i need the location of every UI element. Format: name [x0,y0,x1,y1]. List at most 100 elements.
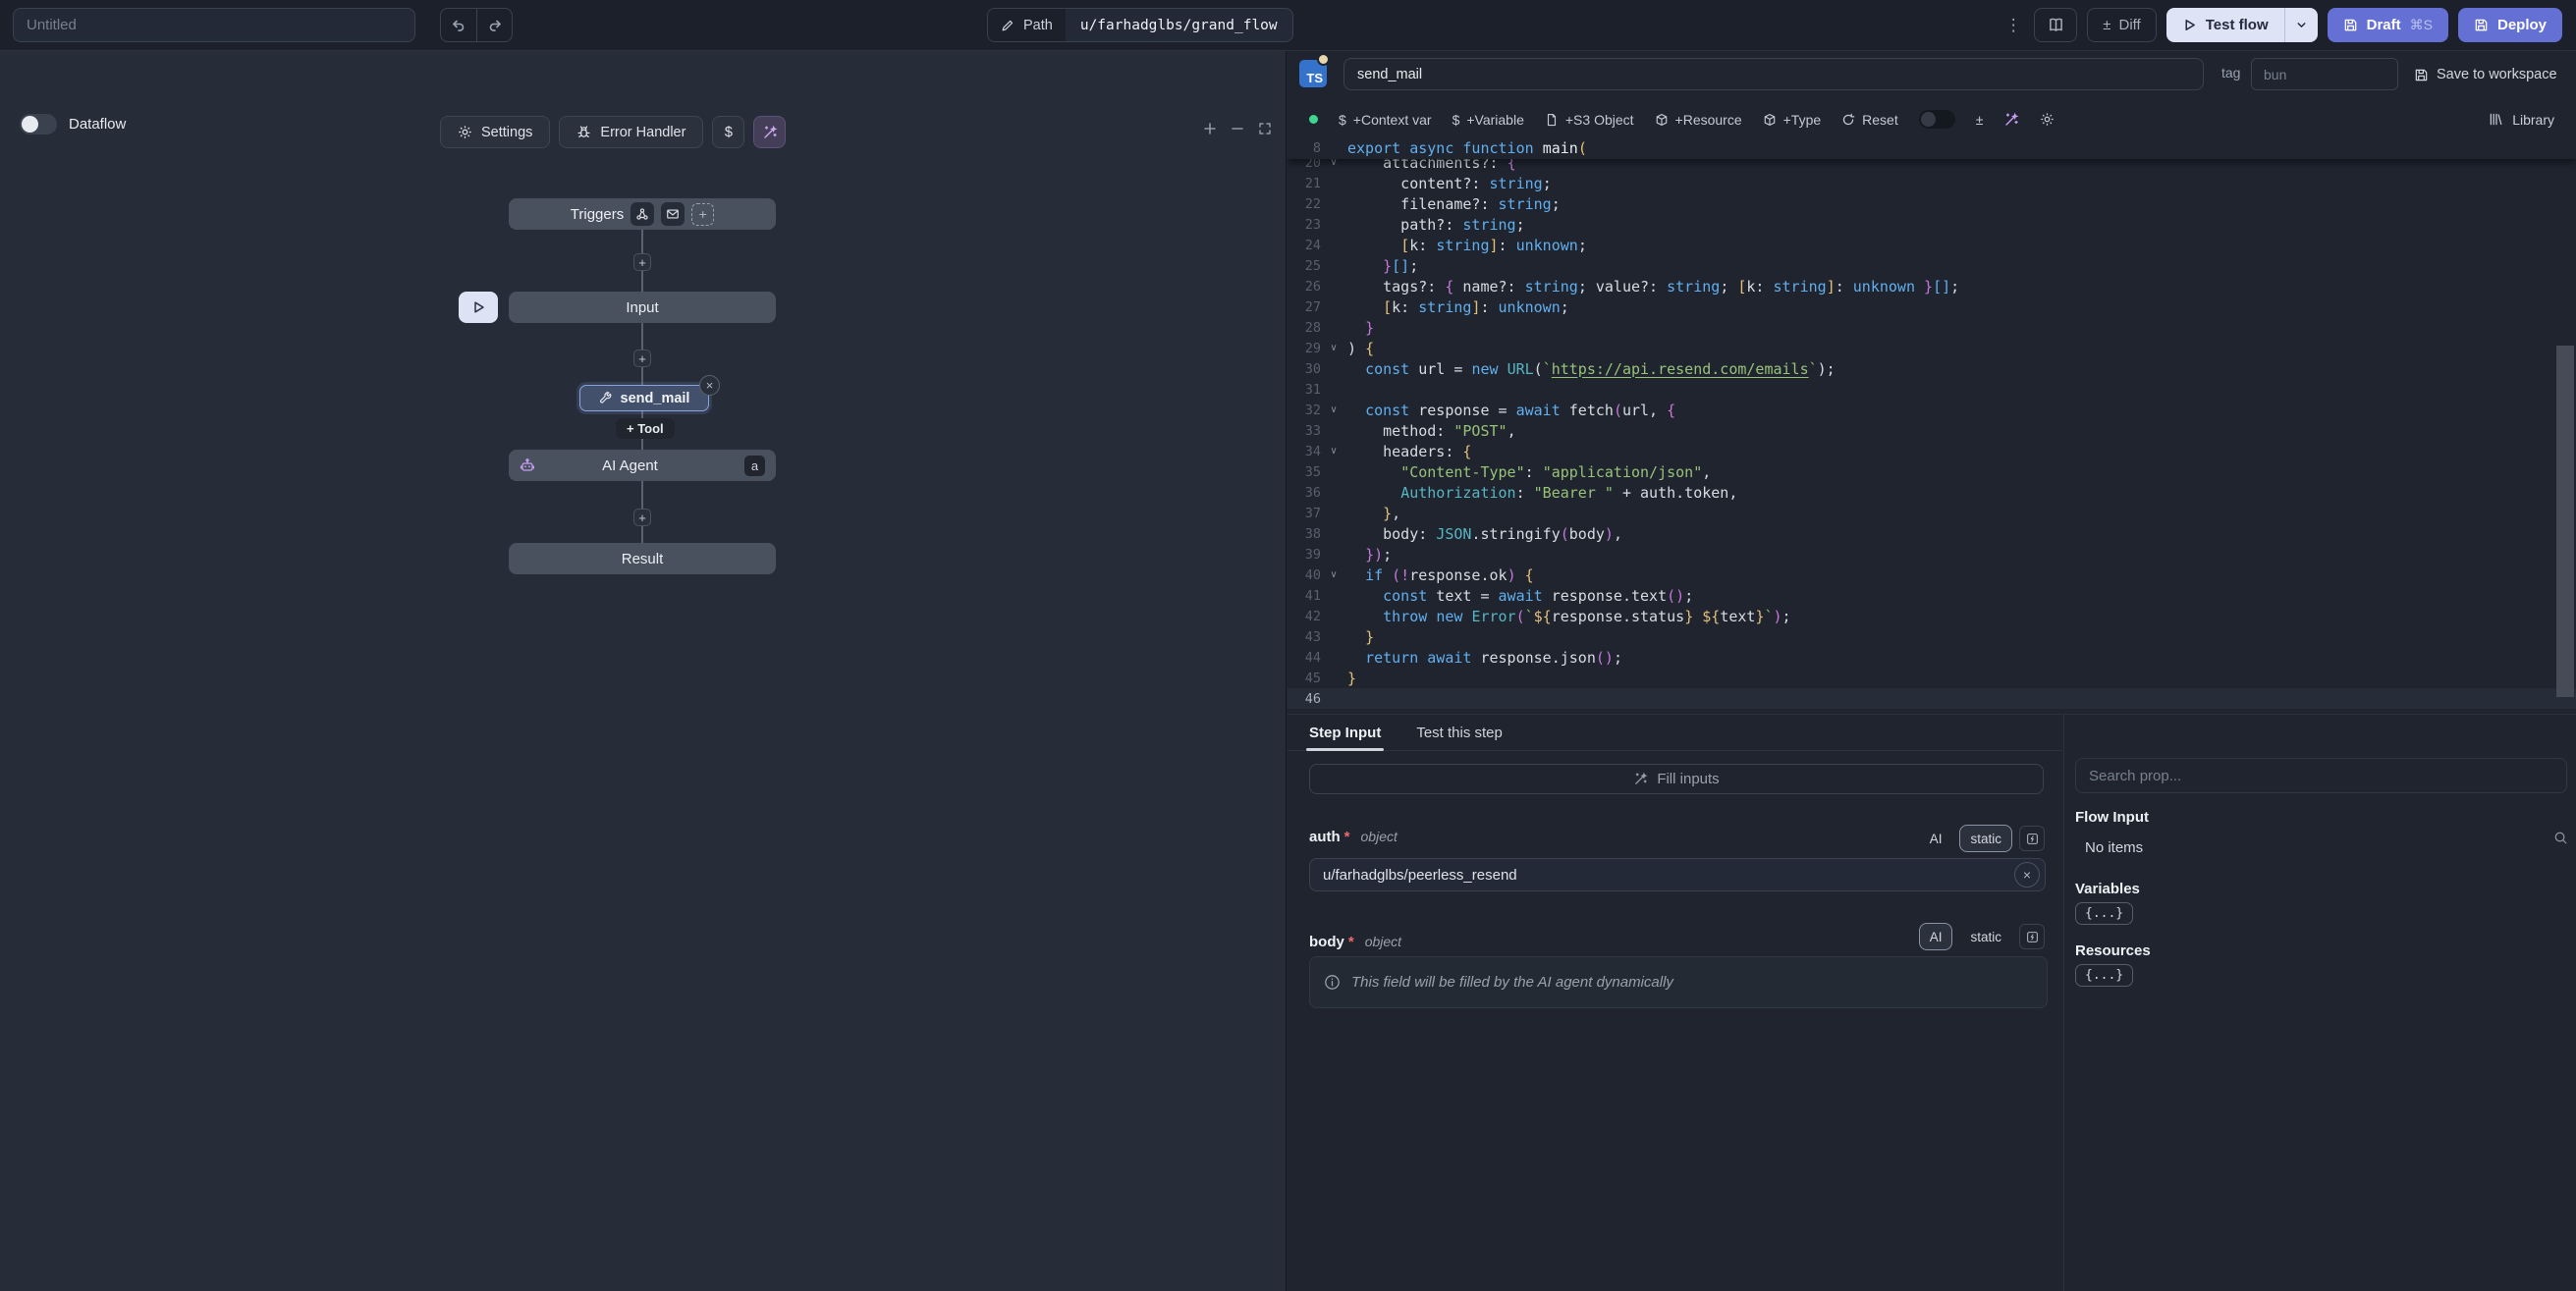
code-line-28[interactable]: 28 } [1288,317,2576,338]
code-line-37[interactable]: 37 }, [1288,503,2576,523]
assistant-toggle[interactable] [1919,110,1955,129]
ai-agent-node[interactable]: AI Agent a [509,450,776,481]
code-line-22[interactable]: 22 filename?: string; [1288,193,2576,214]
fold-icon[interactable]: ∨ [1326,404,1342,415]
prop-search-input[interactable] [2075,758,2567,793]
flow-summary-input[interactable] [13,8,415,42]
triggers-node[interactable]: Triggers + [509,198,776,230]
diff-mode-icon[interactable]: ± [1976,112,1984,128]
code-line-46[interactable]: 46 [1288,688,2576,709]
add-tool-button[interactable]: + Tool [616,418,675,439]
auth-mode-static-button[interactable]: static [1959,825,2012,852]
search-icon[interactable] [2553,831,2568,845]
line-number: 45 [1288,671,1321,686]
input-node[interactable]: Input [509,292,776,323]
code-line-38[interactable]: 38 body: JSON.stringify(body), [1288,523,2576,544]
code-line-43[interactable]: 43 } [1288,626,2576,647]
code-text: const text = await response.text(); [1347,587,1693,605]
fit-view-icon[interactable] [1257,121,1273,136]
body-mode-ai-button[interactable]: AI [1919,923,1953,950]
insert-step-button-2[interactable]: + [633,350,651,367]
redo-button[interactable] [476,9,512,41]
auth-expression-button[interactable] [2019,826,2045,851]
email-trigger-icon[interactable] [661,202,685,226]
code-line-31[interactable]: 31 [1288,379,2576,400]
error-handler-button[interactable]: Error Handler [559,116,703,148]
test-flow-main[interactable]: Test flow [2166,8,2284,42]
save-to-workspace-button[interactable]: Save to workspace [2414,61,2557,88]
webhook-trigger-icon[interactable] [630,202,654,226]
code-area[interactable]: 8 export async function main( 20∨ attach… [1288,137,2576,714]
test-flow-dropdown[interactable] [2284,8,2318,42]
code-line-35[interactable]: 35 "Content-Type": "application/json", [1288,461,2576,482]
fold-icon[interactable]: ∨ [1326,343,1342,353]
code-line-42[interactable]: 42 throw new Error(`${response.status} $… [1288,606,2576,626]
code-line-29[interactable]: 29∨) { [1288,338,2576,358]
code-line-24[interactable]: 24 [k: string]: unknown; [1288,235,2576,255]
send-mail-tool-node[interactable]: send_mail [579,385,709,411]
clear-auth-button[interactable]: × [2014,862,2040,888]
insert-step-button-3[interactable]: + [633,509,651,526]
auth-resource-input[interactable] [1309,858,2046,891]
tab-test-this-step[interactable]: Test this step [1416,715,1503,750]
code-line-45[interactable]: 45} [1288,668,2576,688]
code-line-21[interactable]: 21 content?: string; [1288,173,2576,193]
chevron-down-icon [2295,19,2308,31]
undo-button[interactable] [441,9,476,41]
code-text: const url = new URL(`https://api.resend.… [1347,360,1836,378]
zoom-in-icon[interactable] [1202,121,1218,136]
fold-icon[interactable]: ∨ [1326,446,1342,457]
zoom-out-icon[interactable] [1230,121,1245,136]
add-type-button[interactable]: +Type [1763,112,1822,128]
add-trigger-button[interactable]: + [691,203,714,226]
code-line-39[interactable]: 39 }); [1288,544,2576,565]
reset-code-button[interactable]: Reset [1841,112,1898,128]
code-line-23[interactable]: 23 path?: string; [1288,214,2576,235]
docs-button[interactable] [2034,8,2077,42]
draft-button[interactable]: Draft ⌘S [2328,8,2448,42]
code-line-40[interactable]: 40∨ if (!response.ok) { [1288,565,2576,585]
body-mode-static-button[interactable]: static [1959,923,2012,950]
tab-step-input[interactable]: Step Input [1309,715,1381,750]
add-resource-button[interactable]: +Resource [1655,112,1742,128]
fill-inputs-button[interactable]: Fill inputs [1309,764,2044,794]
deploy-button[interactable]: Deploy [2458,8,2562,42]
code-line-25[interactable]: 25 }[]; [1288,255,2576,276]
test-flow-button[interactable]: Test flow [2166,8,2318,42]
add-context-var-button[interactable]: $ +Context var [1339,112,1432,128]
settings-button[interactable]: Settings [440,116,550,148]
dollar-button[interactable]: $ [712,116,744,148]
tag-input[interactable] [2251,58,2398,90]
body-expression-button[interactable] [2019,924,2045,949]
fold-icon[interactable]: ∨ [1326,569,1342,580]
code-line-26[interactable]: 26 tags?: { name?: string; value?: strin… [1288,276,2576,296]
ai-gen-wand-icon[interactable] [2003,112,2019,128]
library-button[interactable]: Library [2489,112,2554,128]
run-input-button[interactable] [459,292,498,323]
remove-tool-button[interactable]: × [699,375,720,396]
code-line-34[interactable]: 34∨ headers: { [1288,441,2576,461]
code-line-36[interactable]: 36 Authorization: "Bearer " + auth.token… [1288,482,2576,503]
result-node[interactable]: Result [509,543,776,574]
editor-settings-gear-icon[interactable] [2040,112,2055,127]
code-line-32[interactable]: 32∨ const response = await fetch(url, { [1288,400,2576,420]
ai-wand-button[interactable] [753,116,786,148]
add-variable-button[interactable]: $ +Variable [1452,112,1524,128]
diff-button[interactable]: ± Diff [2087,8,2156,42]
code-scrollbar-thumb[interactable] [2556,346,2574,697]
variables-object-badge[interactable]: {...} [2075,902,2133,925]
insert-step-button-1[interactable]: + [633,253,651,271]
step-name-input[interactable] [1343,58,2204,90]
dataflow-toggle[interactable] [20,114,57,134]
resources-object-badge[interactable]: {...} [2075,964,2133,987]
code-line-41[interactable]: 41 const text = await response.text(); [1288,585,2576,606]
code-line-44[interactable]: 44 return await response.json(); [1288,647,2576,668]
add-s3-object-button[interactable]: +S3 Object [1545,112,1634,128]
auth-mode-ai-button[interactable]: AI [1919,825,1953,852]
more-menu-button[interactable]: ⋮ [2002,16,2024,35]
code-line-30[interactable]: 30 const url = new URL(`https://api.rese… [1288,358,2576,379]
code-text: } [1347,628,1374,646]
code-line-27[interactable]: 27 [k: string]: unknown; [1288,296,2576,317]
flow-path-chip[interactable]: Path u/farhadglbs/grand_flow [987,8,1293,42]
code-line-33[interactable]: 33 method: "POST", [1288,420,2576,441]
